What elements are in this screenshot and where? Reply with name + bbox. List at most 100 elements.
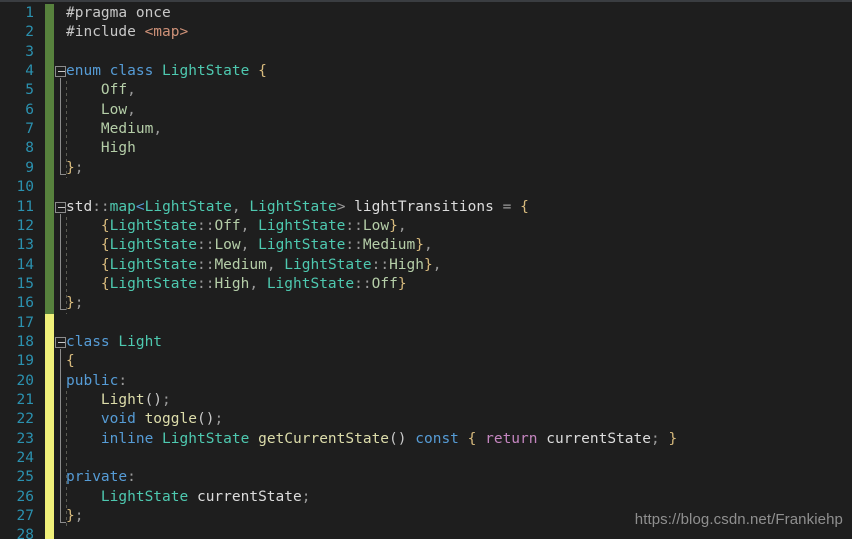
code-line[interactable]: }; [0,294,852,313]
token-id [258,276,267,292]
fold-toggle-enum-light-state[interactable] [55,66,66,78]
token-enm: Low [362,217,390,234]
code-line[interactable] [0,526,852,539]
token-pun: , [266,256,276,273]
token-pun: , [432,256,442,273]
line-number: 22 [16,411,34,428]
token-kw: public [66,372,119,389]
token-brc: } [66,508,75,525]
line-number: 5 [25,82,34,99]
fold-guide-line [60,348,61,523]
line-number: 13 [16,237,34,254]
token-id [249,63,258,79]
token-kw: void [100,411,136,428]
code-line[interactable]: LightState currentState; [0,488,852,507]
code-line[interactable] [0,178,852,197]
code-line[interactable]: Low, [0,101,852,120]
watermark-url: https://blog.csdn.net/Frankiehp [634,511,843,528]
token-enm: Medium [100,121,154,138]
token-brc: } [415,237,425,254]
token-id [153,431,162,447]
code-line[interactable]: enum class LightState { [0,62,852,81]
code-line-text: std::map<LightState, LightState> lightTr… [66,198,529,217]
token-pun: :: [196,275,215,292]
code-line[interactable]: public: [0,372,852,391]
code-line[interactable]: std::map<LightState, LightState> lightTr… [0,198,852,217]
token-brc: { [258,63,267,80]
line-number: 25 [16,469,34,486]
code-line[interactable]: }; [0,159,852,178]
code-editor-pane[interactable]: 1 2 3 4 5 6 7 8 9 10 11 12 13 14 15 16 17 18 19 20 21 22 23 24 2… [0,0,852,539]
code-line-text: {LightState::Off, LightState::Low}, [66,217,407,236]
token-brc: } [66,295,75,312]
token-pun: :: [196,237,215,254]
token-brc: } [397,275,407,292]
code-line[interactable]: inline LightState getCurrentState() cons… [0,430,852,449]
fold-toggle-map-light-transitions[interactable] [55,201,66,213]
code-line-text: public: [66,372,127,391]
code-line-text: }; [66,294,83,313]
line-number: 4 [25,63,34,80]
code-line[interactable]: void toggle(); [0,410,852,429]
line-number: 19 [16,353,34,370]
code-line[interactable]: private: [0,468,852,487]
code-line[interactable]: {LightState::Medium, LightState::High}, [0,256,852,275]
token-pun: ; [74,295,84,312]
code-line[interactable]: class Light [0,333,852,352]
token-brc: } [668,430,678,447]
fold-guide-line [60,78,61,174]
token-enm: Low [100,101,128,118]
code-line[interactable]: Light(); [0,391,852,410]
indent-guide-map [66,216,67,314]
code-line[interactable] [0,314,852,333]
token-typ: LightState [258,237,346,254]
token-typ: LightState [284,256,372,273]
code-line-text: inline LightState getCurrentState() cons… [66,430,677,449]
token-pun: :: [354,275,372,292]
token-pun: :: [345,217,363,234]
token-id [66,257,101,273]
token-enm: Off [371,275,398,292]
token-id [249,218,258,234]
token-pun: , [127,82,136,99]
token-id: std [66,198,93,215]
token-id: lightTransitions [354,198,494,215]
token-brc: } [424,256,433,273]
token-typ: LightState [162,430,250,447]
code-line[interactable]: #include <map> [0,23,852,42]
token-pun: :: [345,237,363,254]
token-id: currentState [546,430,651,447]
token-pre: #include [66,24,145,41]
code-line[interactable]: #pragma once [0,4,852,23]
code-line[interactable]: {LightState::Low, LightState::Medium}, [0,236,852,255]
code-line-text: #pragma once [66,4,171,23]
code-line[interactable]: {LightState::Off, LightState::Low}, [0,217,852,236]
token-id [476,431,485,447]
token-id [538,431,547,447]
line-number: 7 [25,121,34,138]
code-line[interactable]: { [0,352,852,371]
code-line[interactable]: Medium, [0,120,852,139]
token-id [136,411,145,427]
line-number: 3 [25,43,34,60]
token-typ: LightState [109,256,197,273]
fold-marker-gutter[interactable] [54,2,66,539]
token-brc: { [66,353,75,370]
fold-toggle-class-light[interactable] [55,336,66,348]
line-number: 1 [25,5,34,21]
code-line-text: }; [66,507,83,526]
token-fn: Light [100,392,145,408]
code-line[interactable] [0,43,852,62]
token-id [66,431,101,447]
code-line[interactable]: {LightState::High, LightState::Off} [0,275,852,294]
token-brc: { [100,237,110,254]
code-line[interactable]: Off, [0,81,852,100]
code-line[interactable] [0,449,852,468]
code-line-text: {LightState::Medium, LightState::High}, [66,256,442,275]
token-pun: ; [214,411,224,428]
fold-guide-end [60,309,66,311]
code-line[interactable]: High [0,139,852,158]
token-kw: private [66,469,128,486]
indent-guide-enum [66,81,67,179]
token-typ: LightState [100,488,189,505]
